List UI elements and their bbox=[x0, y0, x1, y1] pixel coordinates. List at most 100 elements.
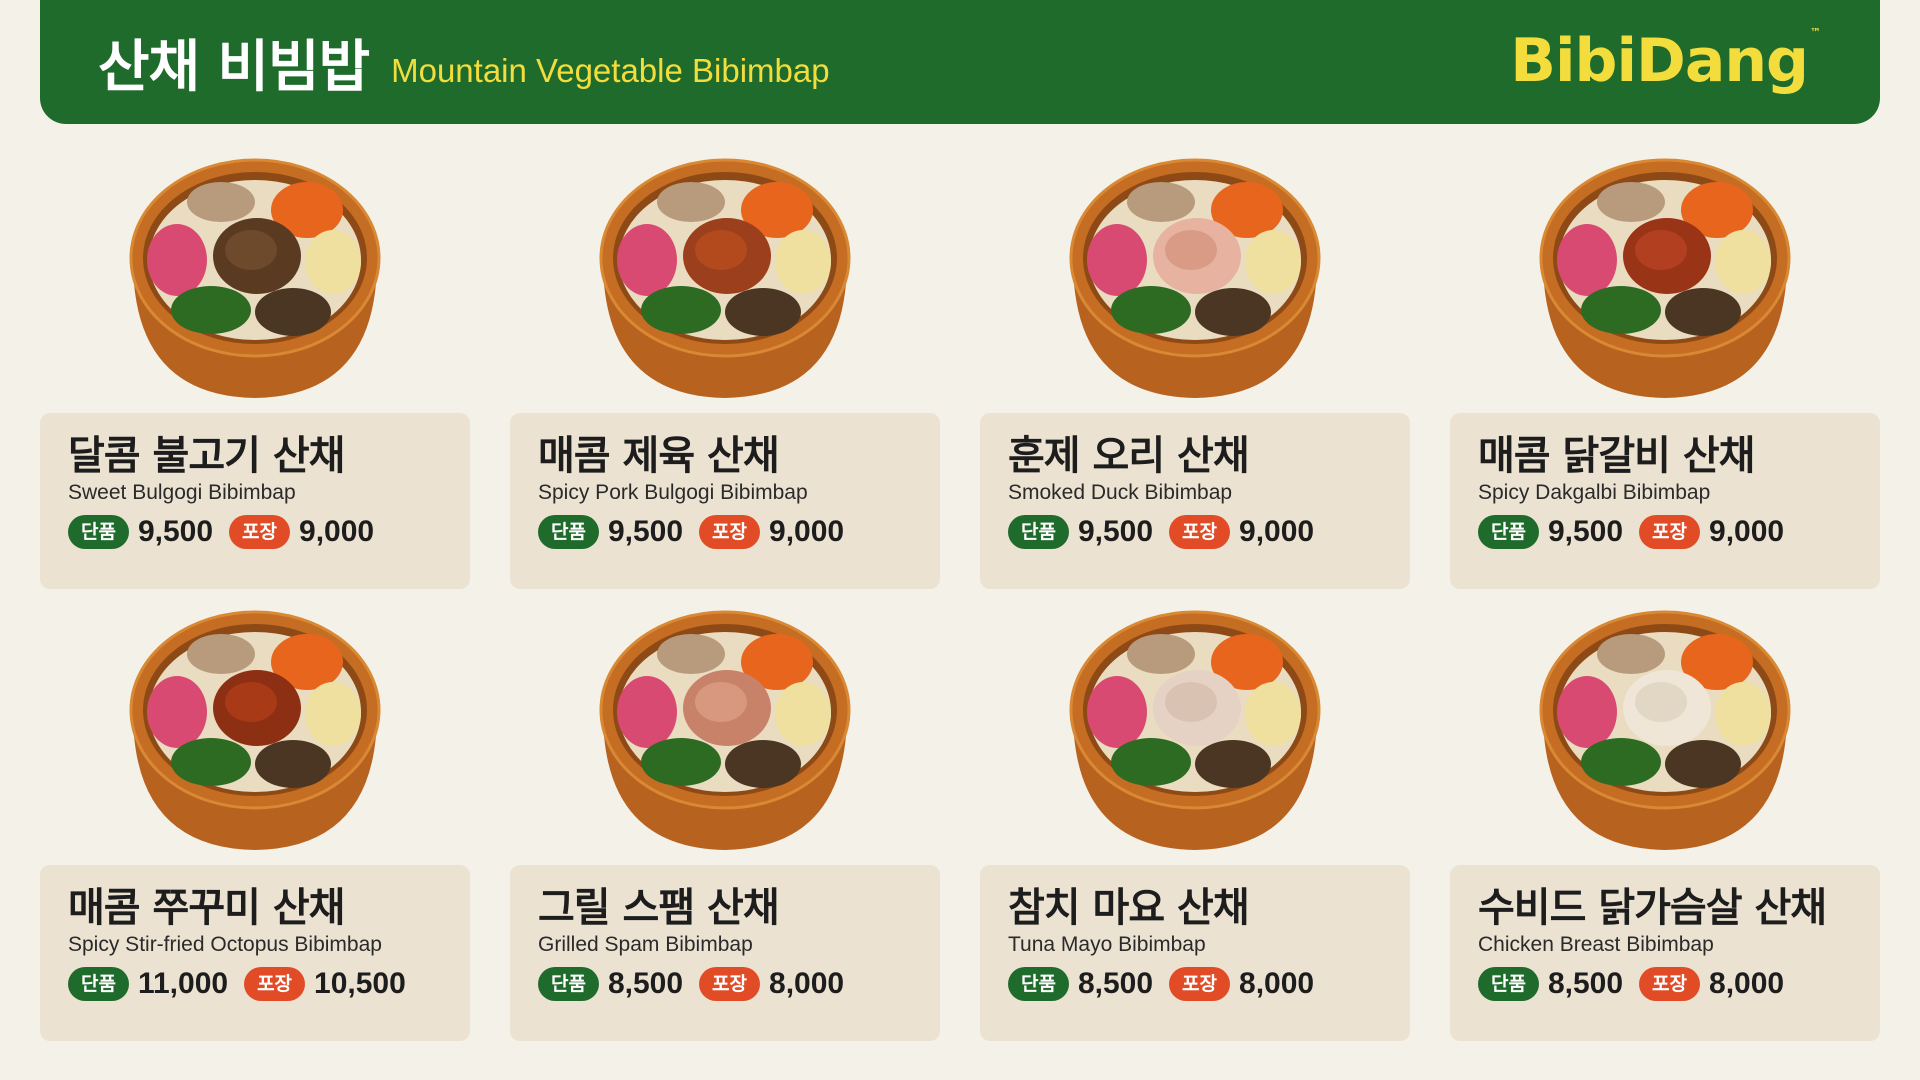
fernbrake bbox=[1665, 740, 1741, 788]
menu-item[interactable]: 매콤 쭈꾸미 산채 Spicy Stir-fried Octopus Bibim… bbox=[40, 600, 470, 1052]
item-name-en: Smoked Duck Bibimbap bbox=[1008, 481, 1233, 504]
menu-card: 달콤 불고기 산채 Sweet Bulgogi Bibimbap 단품 9,50… bbox=[40, 413, 470, 589]
single-badge: 단품 bbox=[538, 515, 599, 549]
spinach bbox=[1581, 738, 1661, 786]
header-banner: 산채 비빔밥 Mountain Vegetable Bibimbap BibiD… bbox=[40, 0, 1880, 124]
takeout-price: 9,000 bbox=[769, 515, 845, 548]
bowl-image bbox=[125, 152, 385, 404]
menu-item[interactable]: 그릴 스팸 산채 Grilled Spam Bibimbap 단품 8,500 … bbox=[510, 600, 940, 1052]
page-subtitle: Mountain Vegetable Bibimbap bbox=[391, 52, 830, 89]
bowl-image bbox=[1065, 152, 1325, 404]
single-price: 9,500 bbox=[1547, 515, 1624, 548]
item-name-ko: 달콤 불고기 산채 bbox=[68, 433, 345, 479]
menu-item[interactable]: 매콤 닭갈비 산채 Spicy Dakgalbi Bibimbap 단품 9,5… bbox=[1450, 148, 1880, 600]
bean-sprouts bbox=[1245, 682, 1301, 746]
takeout-badge: 포장 bbox=[1169, 515, 1231, 549]
menu-card: 훈제 오리 산채 Smoked Duck Bibimbap 단품 9,500 포… bbox=[980, 413, 1410, 589]
brand-logo: BibiDang ™ bbox=[1510, 26, 1821, 96]
takeout-price: 8,000 bbox=[769, 967, 845, 1000]
bean-sprouts bbox=[1245, 230, 1301, 294]
menu-item[interactable]: 훈제 오리 산채 Smoked Duck Bibimbap 단품 9,500 포… bbox=[980, 148, 1410, 600]
topping-highlight bbox=[1635, 230, 1687, 270]
spinach bbox=[1111, 286, 1191, 334]
item-name-ko: 매콤 제육 산채 bbox=[538, 433, 780, 479]
single-price: 8,500 bbox=[1077, 967, 1154, 1000]
menu-card: 수비드 닭가슴살 산채 Chicken Breast Bibimbap 단품 8… bbox=[1450, 865, 1880, 1041]
fernbrake bbox=[255, 740, 331, 788]
spinach bbox=[171, 286, 251, 334]
fernbrake bbox=[1665, 288, 1741, 336]
item-name-ko: 그릴 스팸 산채 bbox=[538, 885, 780, 931]
bowl-image bbox=[1535, 604, 1795, 856]
mushroom bbox=[1127, 634, 1195, 674]
item-name-en: Sweet Bulgogi Bibimbap bbox=[68, 481, 296, 504]
single-price: 9,500 bbox=[137, 515, 214, 548]
item-name-en: Spicy Dakgalbi Bibimbap bbox=[1478, 481, 1711, 504]
pickled-radish bbox=[147, 224, 207, 296]
topping-highlight bbox=[695, 682, 747, 722]
menu-card: 참치 마요 산채 Tuna Mayo Bibimbap 단품 8,500 포장 … bbox=[980, 865, 1410, 1041]
takeout-price: 10,500 bbox=[314, 967, 406, 1000]
pickled-radish bbox=[617, 676, 677, 748]
mushroom bbox=[187, 182, 255, 222]
single-badge: 단품 bbox=[68, 967, 129, 1001]
bowl-image bbox=[125, 604, 385, 856]
item-name-ko: 참치 마요 산채 bbox=[1008, 885, 1250, 931]
bowl-image bbox=[595, 152, 855, 404]
takeout-badge: 포장 bbox=[699, 515, 761, 549]
item-name-ko: 매콤 닭갈비 산채 bbox=[1478, 433, 1755, 479]
item-name-ko: 수비드 닭가슴살 산채 bbox=[1478, 885, 1827, 931]
mushroom bbox=[1597, 182, 1665, 222]
bean-sprouts bbox=[1715, 682, 1771, 746]
price-row: 단품 9,500 포장 9,000 bbox=[1008, 515, 1382, 549]
single-badge: 단품 bbox=[1478, 967, 1539, 1001]
takeout-price: 9,000 bbox=[1709, 515, 1785, 548]
spinach bbox=[1581, 286, 1661, 334]
menu-grid: 달콤 불고기 산채 Sweet Bulgogi Bibimbap 단품 9,50… bbox=[40, 148, 1880, 1052]
item-name-en: Spicy Pork Bulgogi Bibimbap bbox=[538, 481, 808, 504]
price-row: 단품 9,500 포장 9,000 bbox=[538, 515, 912, 549]
mushroom bbox=[187, 634, 255, 674]
bean-sprouts bbox=[775, 230, 831, 294]
fernbrake bbox=[1195, 740, 1271, 788]
bowl-image bbox=[1065, 604, 1325, 856]
topping-highlight bbox=[225, 230, 277, 270]
single-badge: 단품 bbox=[1008, 515, 1069, 549]
bowl-image bbox=[1535, 152, 1795, 404]
fernbrake bbox=[1195, 288, 1271, 336]
menu-card: 그릴 스팸 산채 Grilled Spam Bibimbap 단품 8,500 … bbox=[510, 865, 940, 1041]
spinach bbox=[641, 738, 721, 786]
menu-item[interactable]: 수비드 닭가슴살 산채 Chicken Breast Bibimbap 단품 8… bbox=[1450, 600, 1880, 1052]
pickled-radish bbox=[1087, 224, 1147, 296]
price-row: 단품 9,500 포장 9,000 bbox=[68, 515, 442, 549]
takeout-badge: 포장 bbox=[244, 967, 306, 1001]
single-price: 9,500 bbox=[1077, 515, 1154, 548]
menu-item[interactable]: 참치 마요 산채 Tuna Mayo Bibimbap 단품 8,500 포장 … bbox=[980, 600, 1410, 1052]
pickled-radish bbox=[1557, 224, 1617, 296]
item-name-en: Spicy Stir-fried Octopus Bibimbap bbox=[68, 933, 382, 956]
single-price: 9,500 bbox=[607, 515, 684, 548]
price-row: 단품 11,000 포장 10,500 bbox=[68, 967, 442, 1001]
price-row: 단품 8,500 포장 8,000 bbox=[538, 967, 912, 1001]
single-price: 8,500 bbox=[607, 967, 684, 1000]
bowl-image bbox=[595, 604, 855, 856]
takeout-badge: 포장 bbox=[1639, 515, 1701, 549]
takeout-price: 8,000 bbox=[1709, 967, 1785, 1000]
mushroom bbox=[1127, 182, 1195, 222]
single-badge: 단품 bbox=[1008, 967, 1069, 1001]
menu-item[interactable]: 매콤 제육 산채 Spicy Pork Bulgogi Bibimbap 단품 … bbox=[510, 148, 940, 600]
menu-item[interactable]: 달콤 불고기 산채 Sweet Bulgogi Bibimbap 단품 9,50… bbox=[40, 148, 470, 600]
menu-card: 매콤 제육 산채 Spicy Pork Bulgogi Bibimbap 단품 … bbox=[510, 413, 940, 589]
pickled-radish bbox=[1087, 676, 1147, 748]
page-title: 산채 비빔밥 bbox=[98, 34, 370, 100]
topping-highlight bbox=[1635, 682, 1687, 722]
fernbrake bbox=[725, 288, 801, 336]
topping-highlight bbox=[695, 230, 747, 270]
mushroom bbox=[657, 182, 725, 222]
bean-sprouts bbox=[775, 682, 831, 746]
bean-sprouts bbox=[1715, 230, 1771, 294]
takeout-price: 9,000 bbox=[1239, 515, 1315, 548]
pickled-radish bbox=[617, 224, 677, 296]
item-name-ko: 매콤 쭈꾸미 산채 bbox=[68, 885, 345, 931]
single-price: 11,000 bbox=[137, 967, 229, 1000]
